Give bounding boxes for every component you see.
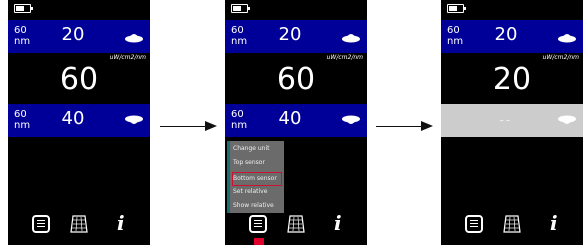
main-reading: 60 bbox=[276, 62, 316, 97]
main-reading: 60 bbox=[59, 62, 99, 97]
bottom-sensor-band[interactable]: 60 nm 40 bbox=[8, 104, 150, 137]
top-sensor-band[interactable]: 60 nm 20 bbox=[8, 20, 150, 53]
top-sensor-band[interactable]: 60 nm 20 bbox=[225, 20, 367, 53]
bottom-toolbar: i bbox=[225, 211, 367, 239]
top-wavelength: 60 nm bbox=[447, 25, 464, 47]
battery-icon bbox=[14, 4, 33, 13]
bottom-sensor-value: 40 bbox=[61, 108, 85, 129]
menu-icon[interactable] bbox=[249, 215, 267, 233]
screen-menu-open: 60 nm 20 uW/cm2/nm 60 60 nm 40 Change un… bbox=[225, 0, 367, 245]
flow-arrow-2-head bbox=[421, 121, 433, 131]
sensor-dome-icon bbox=[342, 34, 360, 43]
tap-indicator bbox=[254, 238, 264, 245]
unit-label: uW/cm2/nm bbox=[326, 54, 363, 61]
main-reading: 20 bbox=[492, 62, 532, 97]
sensor-dome-icon bbox=[125, 34, 143, 43]
bottom-sensor-band-inactive[interactable]: -- bbox=[441, 104, 583, 137]
info-icon[interactable]: i bbox=[334, 211, 342, 235]
context-menu: Change unit Top sensor Bottom sensor Set… bbox=[227, 141, 284, 213]
unit-label: uW/cm2/nm bbox=[542, 54, 579, 61]
menu-icon[interactable] bbox=[32, 215, 50, 233]
bottom-toolbar: i bbox=[8, 211, 150, 239]
status-bar bbox=[8, 0, 150, 20]
grid-keypad-icon[interactable] bbox=[287, 215, 305, 233]
sensor-dome-down-icon bbox=[558, 115, 576, 124]
flow-arrow-1-head bbox=[205, 121, 217, 131]
top-sensor-value: 20 bbox=[278, 24, 302, 45]
flow-arrow-1 bbox=[160, 126, 205, 127]
menu-item-bottom-sensor[interactable]: Bottom sensor bbox=[232, 172, 282, 186]
battery-icon bbox=[447, 4, 466, 13]
menu-item-change-unit[interactable]: Change unit bbox=[233, 143, 281, 155]
sensor-dome-down-icon bbox=[125, 115, 143, 124]
bottom-wavelength: 60 nm bbox=[14, 109, 31, 131]
bottom-sensor-value: 40 bbox=[278, 108, 302, 129]
menu-item-top-sensor[interactable]: Top sensor bbox=[233, 157, 281, 169]
top-sensor-value: 20 bbox=[494, 24, 518, 45]
unit-label: uW/cm2/nm bbox=[109, 54, 146, 61]
top-sensor-band[interactable]: 60 nm 20 bbox=[441, 20, 583, 53]
top-wavelength: 60 nm bbox=[231, 25, 248, 47]
bottom-wavelength: 60 nm bbox=[231, 109, 248, 131]
grid-keypad-icon[interactable] bbox=[70, 215, 88, 233]
grid-keypad-icon[interactable] bbox=[503, 215, 521, 233]
menu-icon[interactable] bbox=[465, 215, 483, 233]
flow-arrow-2 bbox=[376, 126, 421, 127]
menu-item-set-relative[interactable]: Set relative bbox=[233, 186, 281, 198]
status-bar bbox=[441, 0, 583, 20]
sensor-dome-icon bbox=[558, 34, 576, 43]
screen-initial: 60 nm 20 uW/cm2/nm 60 60 nm 40 i bbox=[8, 0, 150, 245]
top-sensor-value: 20 bbox=[61, 24, 85, 45]
top-wavelength: 60 nm bbox=[14, 25, 31, 47]
status-bar bbox=[225, 0, 367, 20]
battery-icon bbox=[231, 4, 250, 13]
sensor-dome-down-icon bbox=[342, 115, 360, 124]
info-icon[interactable]: i bbox=[117, 211, 125, 235]
bottom-sensor-value: -- bbox=[499, 113, 513, 127]
bottom-toolbar: i bbox=[441, 211, 583, 239]
screen-bottom-sensor-disabled: 60 nm 20 uW/cm2/nm 20 -- i bbox=[441, 0, 583, 245]
bottom-sensor-band[interactable]: 60 nm 40 bbox=[225, 104, 367, 137]
info-icon[interactable]: i bbox=[550, 211, 558, 235]
